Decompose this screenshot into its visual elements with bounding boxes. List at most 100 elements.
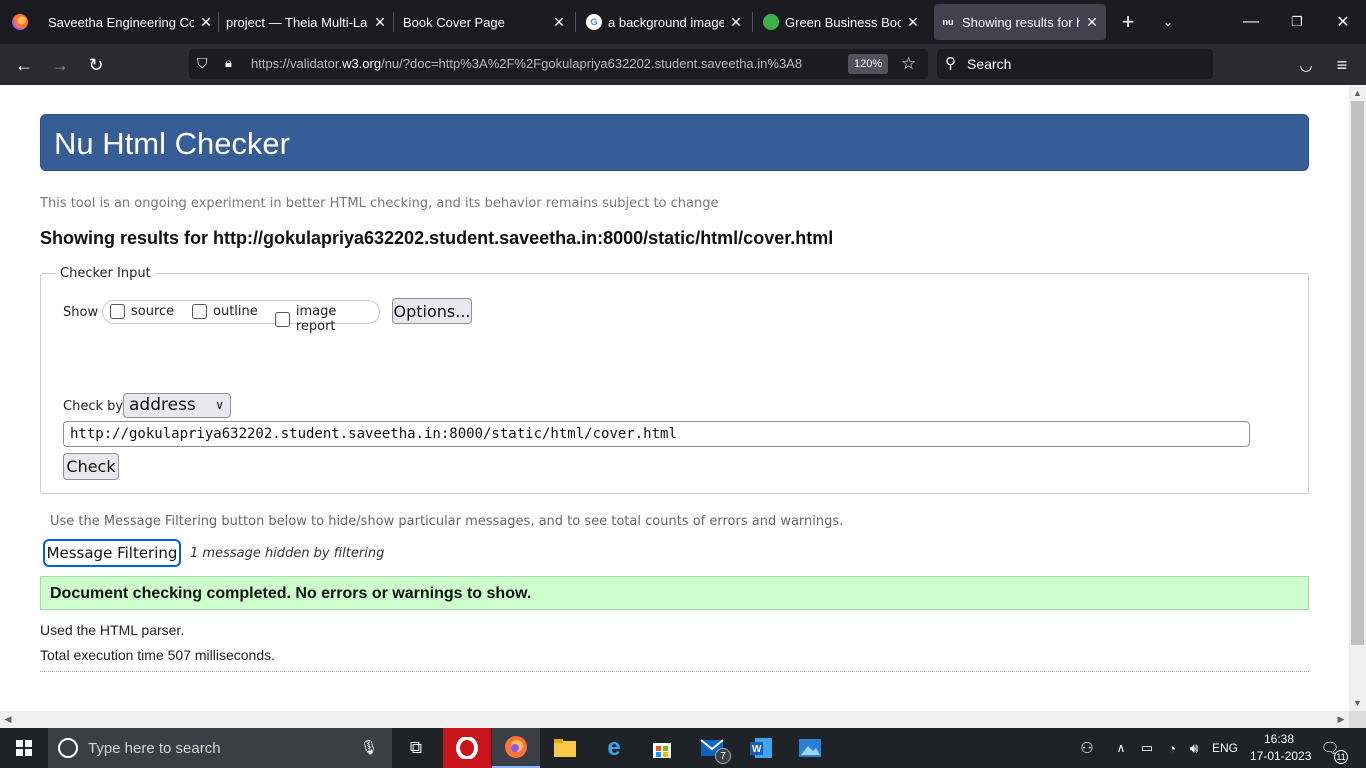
check-button[interactable]: Check xyxy=(63,453,119,480)
tab-title: Saveetha Engineering Colle xyxy=(48,14,194,30)
tab-title: a background image fo xyxy=(608,14,724,30)
scroll-down-icon[interactable]: ▼ xyxy=(1349,695,1366,711)
scroll-left-icon[interactable]: ◀ xyxy=(0,711,16,728)
tab-separator xyxy=(575,12,576,32)
tab-title: Book Cover Page xyxy=(403,14,505,30)
tab-nu-checker[interactable]: nu Showing results for htt ✕ xyxy=(934,4,1106,40)
navigation-bar: ← → ↻ ⛉ 🔒︎ https://validator.w3.org/nu/?… xyxy=(0,44,1366,85)
clock-time[interactable]: 16:38 xyxy=(1264,732,1294,746)
tab-close-icon[interactable]: ✕ xyxy=(905,14,921,30)
back-icon[interactable]: ← xyxy=(11,52,37,78)
green-favicon-icon xyxy=(763,14,779,30)
search-bar-label: Search xyxy=(967,56,1012,72)
outline-option[interactable]: outline xyxy=(192,304,258,319)
search-bar[interactable]: ⚲ Search xyxy=(937,49,1213,79)
checker-input-fieldset: Checker Input Show source outline image … xyxy=(40,266,1309,494)
source-checkbox[interactable] xyxy=(110,304,125,319)
show-label: Show xyxy=(63,305,99,320)
parser-note: Used the HTML parser. xyxy=(40,622,185,638)
bookmark-star-icon[interactable]: ☆ xyxy=(901,54,916,74)
check-by-label: Check by xyxy=(63,399,124,414)
forward-icon[interactable]: → xyxy=(47,52,73,78)
horizontal-scrollbar[interactable]: ◀ ▶ xyxy=(0,711,1349,728)
url-text[interactable]: https://validator.w3.org/nu/?doc=http%3A… xyxy=(251,56,843,71)
hamburger-menu-icon[interactable]: ≡ xyxy=(1329,52,1355,78)
firefox-menu-icon[interactable] xyxy=(12,14,28,30)
execution-time-note: Total execution time 507 milliseconds. xyxy=(40,647,276,663)
close-window-icon[interactable]: ✕ xyxy=(1320,0,1366,44)
minimize-icon[interactable]: — xyxy=(1228,0,1274,44)
options-button[interactable]: Options... xyxy=(392,298,472,324)
message-filtering-button[interactable]: Message Filtering xyxy=(43,539,181,567)
tab-close-icon[interactable]: ✕ xyxy=(198,14,214,30)
checker-input-legend: Checker Input xyxy=(56,266,155,281)
cortana-icon xyxy=(58,738,78,758)
tab-book-cover[interactable]: Book Cover Page ✕ xyxy=(403,4,567,40)
task-view-icon[interactable]: ⧉ xyxy=(392,728,440,768)
show-options-group: source outline image report xyxy=(102,300,380,334)
page-content: Nu Html Checker This tool is an ongoing … xyxy=(0,85,1349,711)
check-by-select[interactable]: address ∨ xyxy=(123,393,231,418)
tab-close-icon[interactable]: ✕ xyxy=(1084,14,1100,30)
tab-separator xyxy=(393,12,394,32)
tab-strip: Saveetha Engineering Colle ✕ project — T… xyxy=(0,0,1366,44)
firefox-taskbar-icon[interactable] xyxy=(492,728,540,768)
taskbar-search-placeholder: Type here to search xyxy=(88,740,221,757)
image-report-option-label: image report xyxy=(295,304,337,334)
taskbar-search-box[interactable]: Type here to search 🎙︎ xyxy=(48,728,392,768)
word-icon[interactable]: W xyxy=(737,728,785,768)
reload-icon[interactable]: ↻ xyxy=(83,52,109,78)
microphone-icon[interactable]: 🎙︎ xyxy=(360,739,378,756)
mail-icon[interactable]: 7 xyxy=(688,728,736,768)
pocket-icon[interactable]: ◡ xyxy=(1293,52,1319,78)
tab-saveetha[interactable]: Saveetha Engineering Colle ✕ xyxy=(48,4,214,40)
tab-close-icon[interactable]: ✕ xyxy=(551,14,567,30)
edge-icon[interactable]: e xyxy=(590,728,638,768)
opera-icon[interactable] xyxy=(443,728,491,768)
outline-checkbox[interactable] xyxy=(192,304,207,319)
tab-theia[interactable]: project — Theia Multi-Lang ✕ xyxy=(226,4,388,40)
vertical-scrollbar[interactable]: ▲ ▼ xyxy=(1349,85,1366,711)
tagline: This tool is an ongoing experiment in be… xyxy=(40,196,719,211)
battery-icon[interactable]: ▭ xyxy=(1134,728,1160,768)
svg-text:W: W xyxy=(752,744,762,755)
tray-chevron-up-icon[interactable]: ∧ xyxy=(1106,728,1136,768)
clock-date[interactable]: 17-01-2023 xyxy=(1250,749,1311,763)
lock-icon[interactable]: 🔒︎ xyxy=(225,55,232,71)
scrollbar-corner xyxy=(1349,711,1366,728)
document-url-input[interactable]: http://gokulapriya632202.student.saveeth… xyxy=(63,421,1250,447)
file-explorer-icon[interactable] xyxy=(541,728,589,768)
tab-google[interactable]: G a background image fo ✕ xyxy=(586,4,744,40)
people-icon[interactable]: ⚇ xyxy=(1063,728,1111,768)
notification-count-badge: 11 xyxy=(1334,750,1348,764)
tab-separator xyxy=(752,12,753,32)
scroll-up-icon[interactable]: ▲ xyxy=(1349,85,1366,101)
chevron-down-icon: ∨ xyxy=(215,398,224,412)
store-icon[interactable] xyxy=(638,728,686,768)
tab-list-chevron-icon[interactable]: ⌄ xyxy=(1145,0,1191,44)
scroll-right-icon[interactable]: ▶ xyxy=(1333,711,1349,728)
windows-start-icon[interactable] xyxy=(0,728,48,768)
outline-option-label: outline xyxy=(213,304,258,319)
mail-badge: 7 xyxy=(715,748,731,764)
success-message: Document checking completed. No errors o… xyxy=(50,585,532,602)
divider xyxy=(40,671,1309,672)
tab-close-icon[interactable]: ✕ xyxy=(372,14,388,30)
restore-icon[interactable]: ❐ xyxy=(1274,0,1320,44)
shield-icon[interactable]: ⛉ xyxy=(197,55,208,72)
photos-icon[interactable] xyxy=(786,728,834,768)
tab-green-business[interactable]: Green Business Book C ✕ xyxy=(763,4,921,40)
image-report-checkbox[interactable] xyxy=(275,311,290,327)
results-heading: Showing results for http://gokulapriya63… xyxy=(40,228,834,248)
notification-center-icon[interactable]: 🗨︎ 11 xyxy=(1310,728,1350,768)
header-banner: Nu Html Checker xyxy=(40,114,1309,171)
address-bar[interactable]: ⛉ 🔒︎ https://validator.w3.org/nu/?doc=ht… xyxy=(189,49,928,79)
filter-note: 1 message hidden by filtering xyxy=(190,546,385,561)
volume-icon[interactable]: 🔊︎ xyxy=(1181,728,1207,768)
image-report-option[interactable]: image report xyxy=(275,304,379,334)
source-option[interactable]: source xyxy=(110,304,174,319)
language-indicator[interactable]: ENG xyxy=(1212,741,1238,755)
tab-close-icon[interactable]: ✕ xyxy=(728,14,744,30)
vertical-scroll-thumb[interactable] xyxy=(1351,101,1364,645)
zoom-level-badge[interactable]: 120% xyxy=(848,54,889,74)
